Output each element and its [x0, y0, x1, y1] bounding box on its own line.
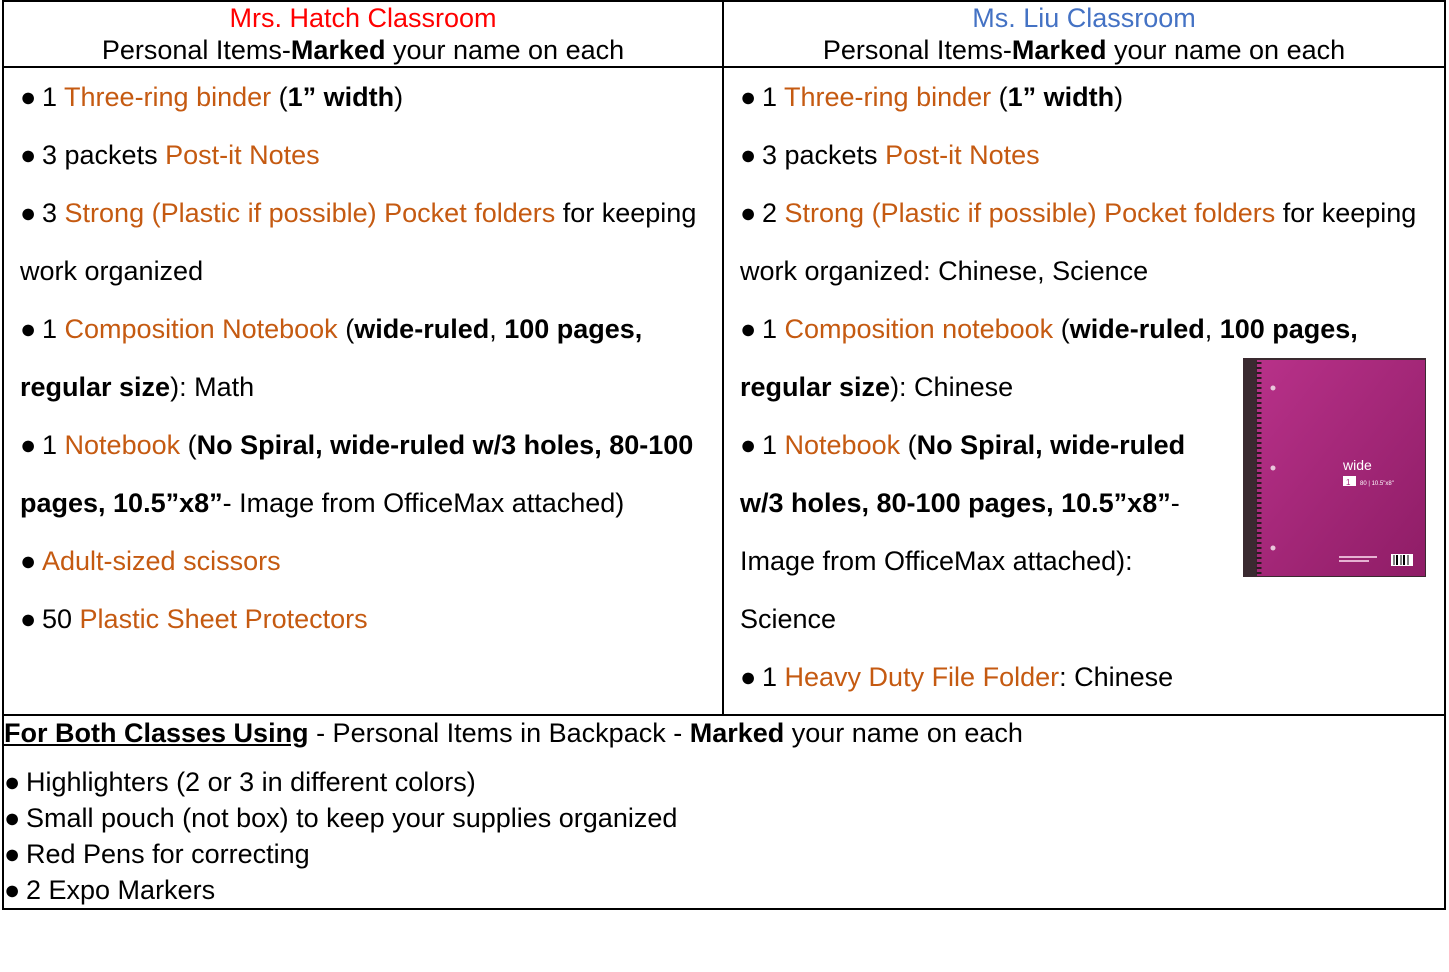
liu-header-cell: Ms. Liu Classroom Personal Items-Marked …: [721, 0, 1447, 68]
hatch-list: ● 1 Three-ring binder (1” width) ● 3 packe…: [4, 68, 722, 656]
hatch-items-cell: ● 1 Three-ring binder (1” width) ● 3 packe…: [2, 66, 724, 716]
both-row: For Both Classes Using - Personal Items …: [2, 714, 1446, 910]
supply-list-page: Mrs. Hatch Classroom Personal Items-Mark…: [2, 0, 1447, 972]
list-item: ● Small pouch (not box) to keep your supp…: [4, 803, 678, 833]
cover-count: 1: [1346, 478, 1351, 487]
both-heading: For Both Classes Using - Personal Items …: [4, 718, 1023, 748]
list-item: ● 3 Strong (Plastic if possible) Pocket f…: [20, 198, 697, 286]
liu-title: Ms. Liu Classroom: [972, 3, 1196, 33]
list-item: ● 2 Expo Markers: [4, 875, 216, 905]
notebook-photo: wide 1 80 | 10.5"x8": [1243, 358, 1426, 577]
list-item: ● Adult-sized scissors: [20, 546, 281, 576]
both-cell: For Both Classes Using - Personal Items …: [2, 714, 1446, 910]
list-item: ● 3 packets Post-it Notes: [739, 140, 1040, 170]
cover-brand: wide: [1342, 457, 1372, 473]
hatch-subtitle: Personal Items-Marked your name on each: [101, 35, 625, 65]
hatch-title: Mrs. Hatch Classroom: [229, 3, 497, 33]
liu-list: ● 1 Three-ring binder (1” width) ● 3 packe…: [724, 68, 1444, 714]
list-item: ● 1 Heavy Duty File Folder: Chinese: [739, 662, 1174, 692]
list-item: ● Red Pens for correcting: [4, 839, 310, 869]
list-item: ● 1 Notebook (No Spiral, wide-ruled w/3 h…: [20, 430, 694, 518]
list-item: ● 1 Composition Notebook (wide-ruled, 100…: [20, 314, 643, 402]
liu-items-cell: ● 1 Three-ring binder (1” width) ● 3 packe…: [721, 66, 1447, 716]
header-row: Mrs. Hatch Classroom Personal Items-Mark…: [2, 0, 1447, 68]
both-list: ● Highlighters (2 or 3 in different color…: [4, 764, 1444, 908]
list-item: ● 1 Notebook (No Spiral, wide-ruled w/3 h…: [739, 430, 1186, 634]
cover-pages: 80 | 10.5"x8": [1360, 481, 1394, 487]
list-item: ● 3 packets Post-it Notes: [20, 140, 320, 170]
items-row: ● 1 Three-ring binder (1” width) ● 3 packe…: [2, 66, 1447, 716]
liu-subtitle: Personal Items-Marked your name on each: [822, 35, 1346, 65]
hatch-header-cell: Mrs. Hatch Classroom Personal Items-Mark…: [2, 0, 724, 68]
list-item: ● 50 Plastic Sheet Protectors: [20, 604, 368, 634]
list-item: ● Highlighters (2 or 3 in different color…: [4, 767, 476, 797]
list-item: ● 2 Strong (Plastic if possible) Pocket f…: [739, 198, 1417, 286]
list-item: ● 1 Three-ring binder (1” width): [20, 82, 404, 112]
list-item: ● 1 Three-ring binder (1” width): [739, 82, 1124, 112]
supply-table: Mrs. Hatch Classroom Personal Items-Mark…: [2, 0, 1447, 910]
